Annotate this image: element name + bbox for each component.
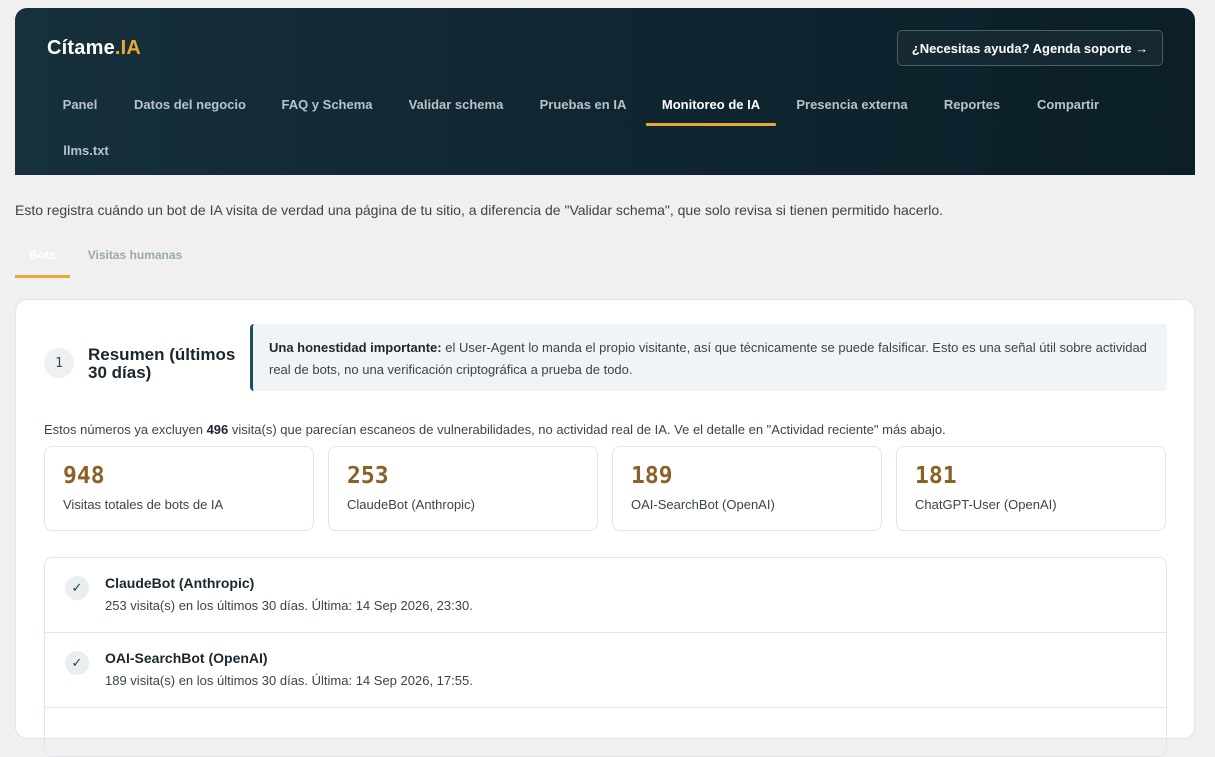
nav-item-presencia-externa[interactable]: Presencia externa <box>783 82 921 126</box>
nav-item-reportes[interactable]: Reportes <box>929 82 1015 126</box>
stat-label: OAI-SearchBot (OpenAI) <box>631 497 775 512</box>
bot-list-item: ✓ ClaudeBot (Anthropic) 253 visita(s) en… <box>45 558 1166 633</box>
help-support-button[interactable]: ¿Necesitas ayuda? Agenda soporte → <box>897 30 1163 66</box>
logo-main: Cítame <box>47 37 115 59</box>
stat-value: 181 <box>915 463 957 489</box>
bot-list-item: ✓ OAI-SearchBot (OpenAI) 189 visita(s) e… <box>45 633 1166 708</box>
stat-value: 253 <box>347 463 389 489</box>
check-icon: ✓ <box>65 576 89 600</box>
exclusion-count: 496 <box>206 422 229 437</box>
stat-value: 189 <box>631 463 673 489</box>
tab-bots[interactable]: Bots <box>15 248 70 278</box>
nav-item-pruebas-ia[interactable]: Pruebas en IA <box>525 82 641 126</box>
top-header: Cítame.IA ¿Necesitas ayuda? Agenda sopor… <box>15 8 1195 175</box>
nav-item-monitoreo-ia[interactable]: Monitoreo de IA <box>646 82 776 126</box>
nav-item-llms-txt[interactable]: llms.txt <box>47 128 125 172</box>
notice-strong: Una honestidad importante: <box>269 340 442 355</box>
nav-item-compartir[interactable]: Compartir <box>1021 82 1115 126</box>
bot-meta: 253 visita(s) en los últimos 30 días. Úl… <box>105 598 473 613</box>
exclusion-note: Estos números ya excluyen 496 visita(s) … <box>44 422 946 437</box>
nav-item-panel[interactable]: Panel <box>47 82 113 126</box>
stat-card-chatgpt-user: 181 ChatGPT-User (OpenAI) <box>896 446 1166 531</box>
stat-card-oai-searchbot: 189 OAI-SearchBot (OpenAI) <box>612 446 882 531</box>
summary-card: 1 Resumen (últimos 30 días) Una honestid… <box>15 299 1195 757</box>
stat-label: Visitas totales de bots de IA <box>63 497 224 512</box>
stat-card-claudebot: 253 ClaudeBot (Anthropic) <box>328 446 598 531</box>
step-number: 1 <box>44 348 74 378</box>
nav-item-faq-schema[interactable]: FAQ y Schema <box>267 82 387 126</box>
bot-meta: 189 visita(s) en los últimos 30 días. Úl… <box>105 673 473 688</box>
exclusion-after: visita(s) que parecían escaneos de vulne… <box>228 422 946 437</box>
section-title: Resumen (últimos 30 días) <box>88 345 236 382</box>
nav-item-validar-schema[interactable]: Validar schema <box>393 82 519 126</box>
exclusion-before: Estos números ya excluyen <box>44 422 207 437</box>
logo-accent: .IA <box>114 37 142 59</box>
check-icon: ✓ <box>65 651 89 675</box>
page-intro: Esto registra cuándo un bot de IA visita… <box>15 202 944 218</box>
bot-list: ✓ ClaudeBot (Anthropic) 253 visita(s) en… <box>44 557 1167 757</box>
stat-value: 948 <box>63 463 105 489</box>
bot-name: OAI-SearchBot (OpenAI) <box>105 650 268 666</box>
bot-name: ClaudeBot (Anthropic) <box>105 575 255 591</box>
stat-label: ClaudeBot (Anthropic) <box>347 497 475 512</box>
nav-item-datos-negocio[interactable]: Datos del negocio <box>117 82 263 126</box>
tab-visitas-humanas[interactable]: Visitas humanas <box>82 248 188 278</box>
stat-label: ChatGPT-User (OpenAI) <box>915 497 1057 512</box>
honesty-notice: Una honestidad importante: el User-Agent… <box>250 324 1167 391</box>
stat-card-total: 948 Visitas totales de bots de IA <box>44 446 314 531</box>
app-logo[interactable]: Cítame.IA <box>47 37 141 60</box>
